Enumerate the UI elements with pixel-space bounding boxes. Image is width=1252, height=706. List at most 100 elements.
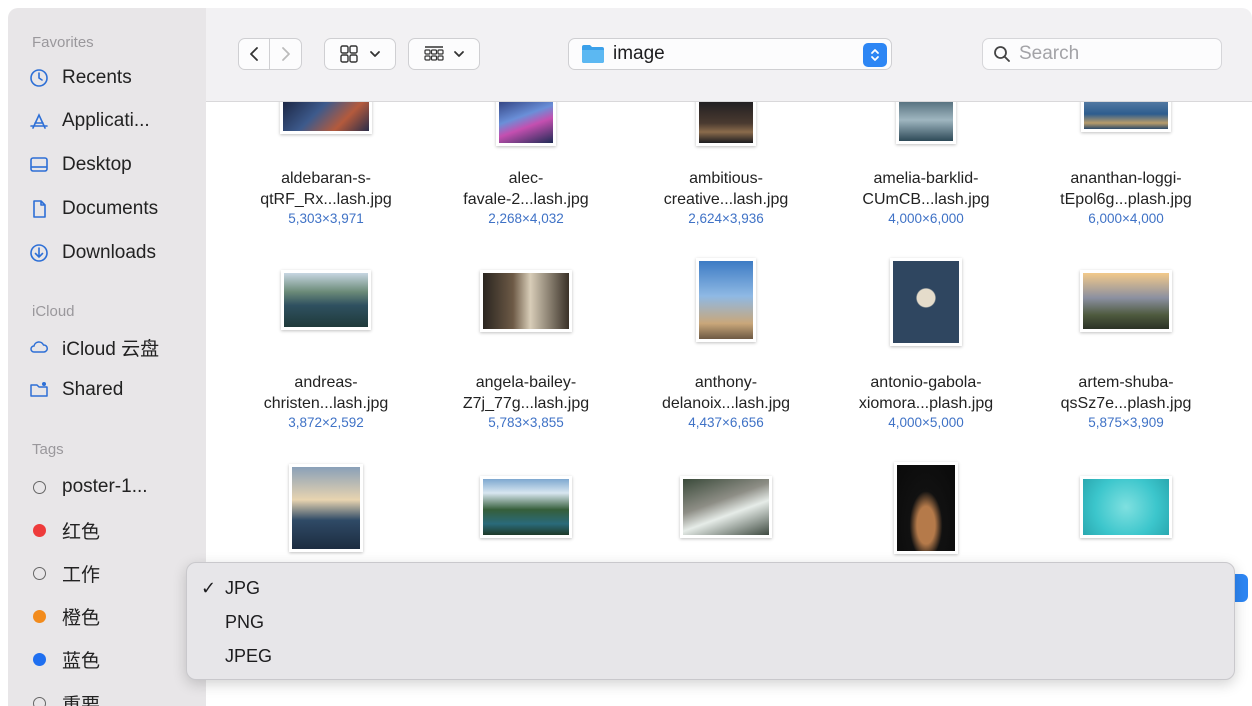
file-thumbnail[interactable]	[626, 258, 826, 342]
sidebar-item-applications[interactable]: Applicati...	[26, 106, 150, 136]
file-thumbnail[interactable]	[826, 462, 1026, 554]
sidebar-item-label: Recents	[62, 67, 132, 88]
file-thumbnail[interactable]	[226, 464, 426, 552]
file-thumbnail[interactable]	[626, 102, 826, 146]
file-name-line-2: qtRF_Rx...lash.jpg	[260, 191, 392, 208]
file-item[interactable]: ananthan-loggi- tEpol6g...plash.jpg 6,00…	[1026, 168, 1226, 228]
chevron-down-icon	[370, 51, 380, 57]
folder-icon	[582, 45, 604, 63]
sidebar-item-recents[interactable]: Recents	[26, 63, 132, 93]
file-name-line-1: amelia-barklid-	[873, 170, 979, 187]
file-thumbnail[interactable]	[1026, 476, 1226, 538]
sidebar-tag-blue[interactable]: 蓝色	[26, 644, 100, 674]
location-select[interactable]: image	[568, 38, 892, 70]
file-name-line-1: antonio-gabola-	[870, 374, 982, 391]
sidebar-item-desktop[interactable]: Desktop	[26, 150, 132, 180]
file-thumbnail[interactable]	[226, 270, 426, 330]
file-item[interactable]: andreas- christen...lash.jpg 3,872×2,592	[226, 372, 426, 432]
icon-grid-icon	[340, 45, 358, 63]
file-name-line-2: xiomora...plash.jpg	[858, 395, 994, 412]
file-name-line-2: delanoix...lash.jpg	[661, 395, 791, 412]
group-grid-icon	[424, 46, 444, 61]
file-item[interactable]: amelia-barklid- CUmCB...lash.jpg 4,000×6…	[826, 168, 1026, 228]
file-name-line-1: alec-	[508, 170, 544, 187]
tag-dot-icon	[26, 692, 52, 706]
view-mode-button[interactable]	[324, 38, 396, 70]
file-item[interactable]: anthony- delanoix...lash.jpg 4,437×6,656	[626, 372, 826, 432]
tag-dot-icon	[26, 562, 52, 584]
file-dimensions: 5,303×3,971	[288, 211, 364, 226]
sidebar-item-label: iCloud 云盘	[62, 338, 160, 360]
sidebar-tag-red[interactable]: 红色	[26, 515, 100, 545]
file-name-line-2: Z7j_77g...lash.jpg	[462, 395, 590, 412]
file-item[interactable]: alec- favale-2...lash.jpg 2,268×4,032	[426, 168, 626, 228]
sidebar-item-label: 橙色	[62, 607, 101, 629]
download-icon	[26, 242, 52, 264]
file-name-line-1: andreas-	[294, 374, 358, 391]
file-name-line-1: artem-shuba-	[1078, 374, 1174, 391]
sidebar-item-label: Downloads	[62, 242, 156, 263]
tag-dot-icon	[26, 519, 52, 541]
file-item[interactable]: antonio-gabola- xiomora...plash.jpg 4,00…	[826, 372, 1026, 432]
sidebar-item-downloads[interactable]: Downloads	[26, 238, 156, 268]
sidebar-item-label: 重要	[62, 694, 101, 706]
file-thumbnail[interactable]	[626, 476, 826, 538]
file-thumbnail[interactable]	[426, 270, 626, 332]
file-name-line-1: ananthan-loggi-	[1070, 170, 1182, 187]
file-dimensions: 6,000×4,000	[1088, 211, 1164, 226]
chevron-right-icon	[281, 47, 290, 61]
back-button[interactable]	[238, 38, 270, 70]
file-thumbnail[interactable]	[426, 476, 626, 538]
menu-item-label: JPEG	[225, 645, 273, 666]
up-down-chevron-icon	[871, 49, 879, 61]
sidebar-tag-orange[interactable]: 橙色	[26, 601, 100, 631]
search-field[interactable]	[982, 38, 1222, 70]
search-input[interactable]	[1019, 43, 1209, 65]
file-thumbnail[interactable]	[1026, 102, 1226, 132]
file-thumbnail[interactable]	[226, 102, 426, 134]
tag-dot-icon	[26, 648, 52, 670]
document-icon	[26, 198, 52, 220]
file-thumbnail[interactable]	[826, 258, 1026, 346]
file-item[interactable]: artem-shuba- qsSz7e...plash.jpg 5,875×3,…	[1026, 372, 1226, 432]
file-dimensions: 5,875×3,909	[1088, 415, 1164, 430]
menu-item-jpeg[interactable]: JPEG	[201, 641, 272, 671]
menu-item-jpg[interactable]: ✓ JPG	[201, 573, 260, 603]
file-thumbnail[interactable]	[426, 102, 626, 146]
nav-buttons	[238, 38, 302, 70]
location-stepper[interactable]	[863, 43, 887, 67]
cloud-icon	[26, 336, 52, 358]
sidebar-tag-work[interactable]: 工作	[26, 558, 100, 588]
sidebar-item-shared[interactable]: Shared	[26, 375, 123, 405]
file-name-line-2: tEpol6g...plash.jpg	[1060, 191, 1192, 208]
file-dimensions: 4,000×6,000	[888, 211, 964, 226]
checkmark-icon: ✓	[201, 577, 217, 598]
tag-dot-icon	[26, 605, 52, 627]
file-dimensions: 3,872×2,592	[288, 415, 364, 430]
file-name-line-2: christen...lash.jpg	[263, 395, 389, 412]
icloud-section-label: iCloud	[32, 303, 75, 320]
chevron-down-icon	[454, 51, 464, 57]
file-item[interactable]: aldebaran-s- qtRF_Rx...lash.jpg 5,303×3,…	[226, 168, 426, 228]
file-name-line-1: ambitious-	[689, 170, 763, 187]
sidebar-item-icloud-drive[interactable]: iCloud 云盘	[26, 332, 159, 362]
shared-folder-icon	[26, 379, 52, 401]
tags-section-label: Tags	[32, 441, 64, 458]
file-name-line-1: aldebaran-s-	[281, 170, 371, 187]
file-name-line-1: anthony-	[694, 374, 758, 391]
file-thumbnail[interactable]	[826, 102, 1026, 144]
file-thumbnail[interactable]	[1026, 270, 1226, 332]
file-item[interactable]: ambitious- creative...lash.jpg 2,624×3,9…	[626, 168, 826, 228]
group-by-button[interactable]	[408, 38, 480, 70]
sidebar-item-label: Applicati...	[62, 110, 150, 131]
menu-item-png[interactable]: PNG	[201, 607, 264, 637]
sidebar-tag-important[interactable]: 重要	[26, 688, 100, 706]
favorites-section-label: Favorites	[32, 34, 94, 51]
sidebar-item-label: 蓝色	[62, 650, 101, 672]
sidebar-tag-poster[interactable]: poster-1...	[26, 472, 148, 502]
file-name-line-2: qsSz7e...plash.jpg	[1060, 395, 1192, 412]
sidebar-item-documents[interactable]: Documents	[26, 194, 158, 224]
file-item[interactable]: angela-bailey- Z7j_77g...lash.jpg 5,783×…	[426, 372, 626, 432]
sidebar-item-label: Desktop	[62, 154, 132, 175]
forward-button[interactable]	[270, 38, 302, 70]
